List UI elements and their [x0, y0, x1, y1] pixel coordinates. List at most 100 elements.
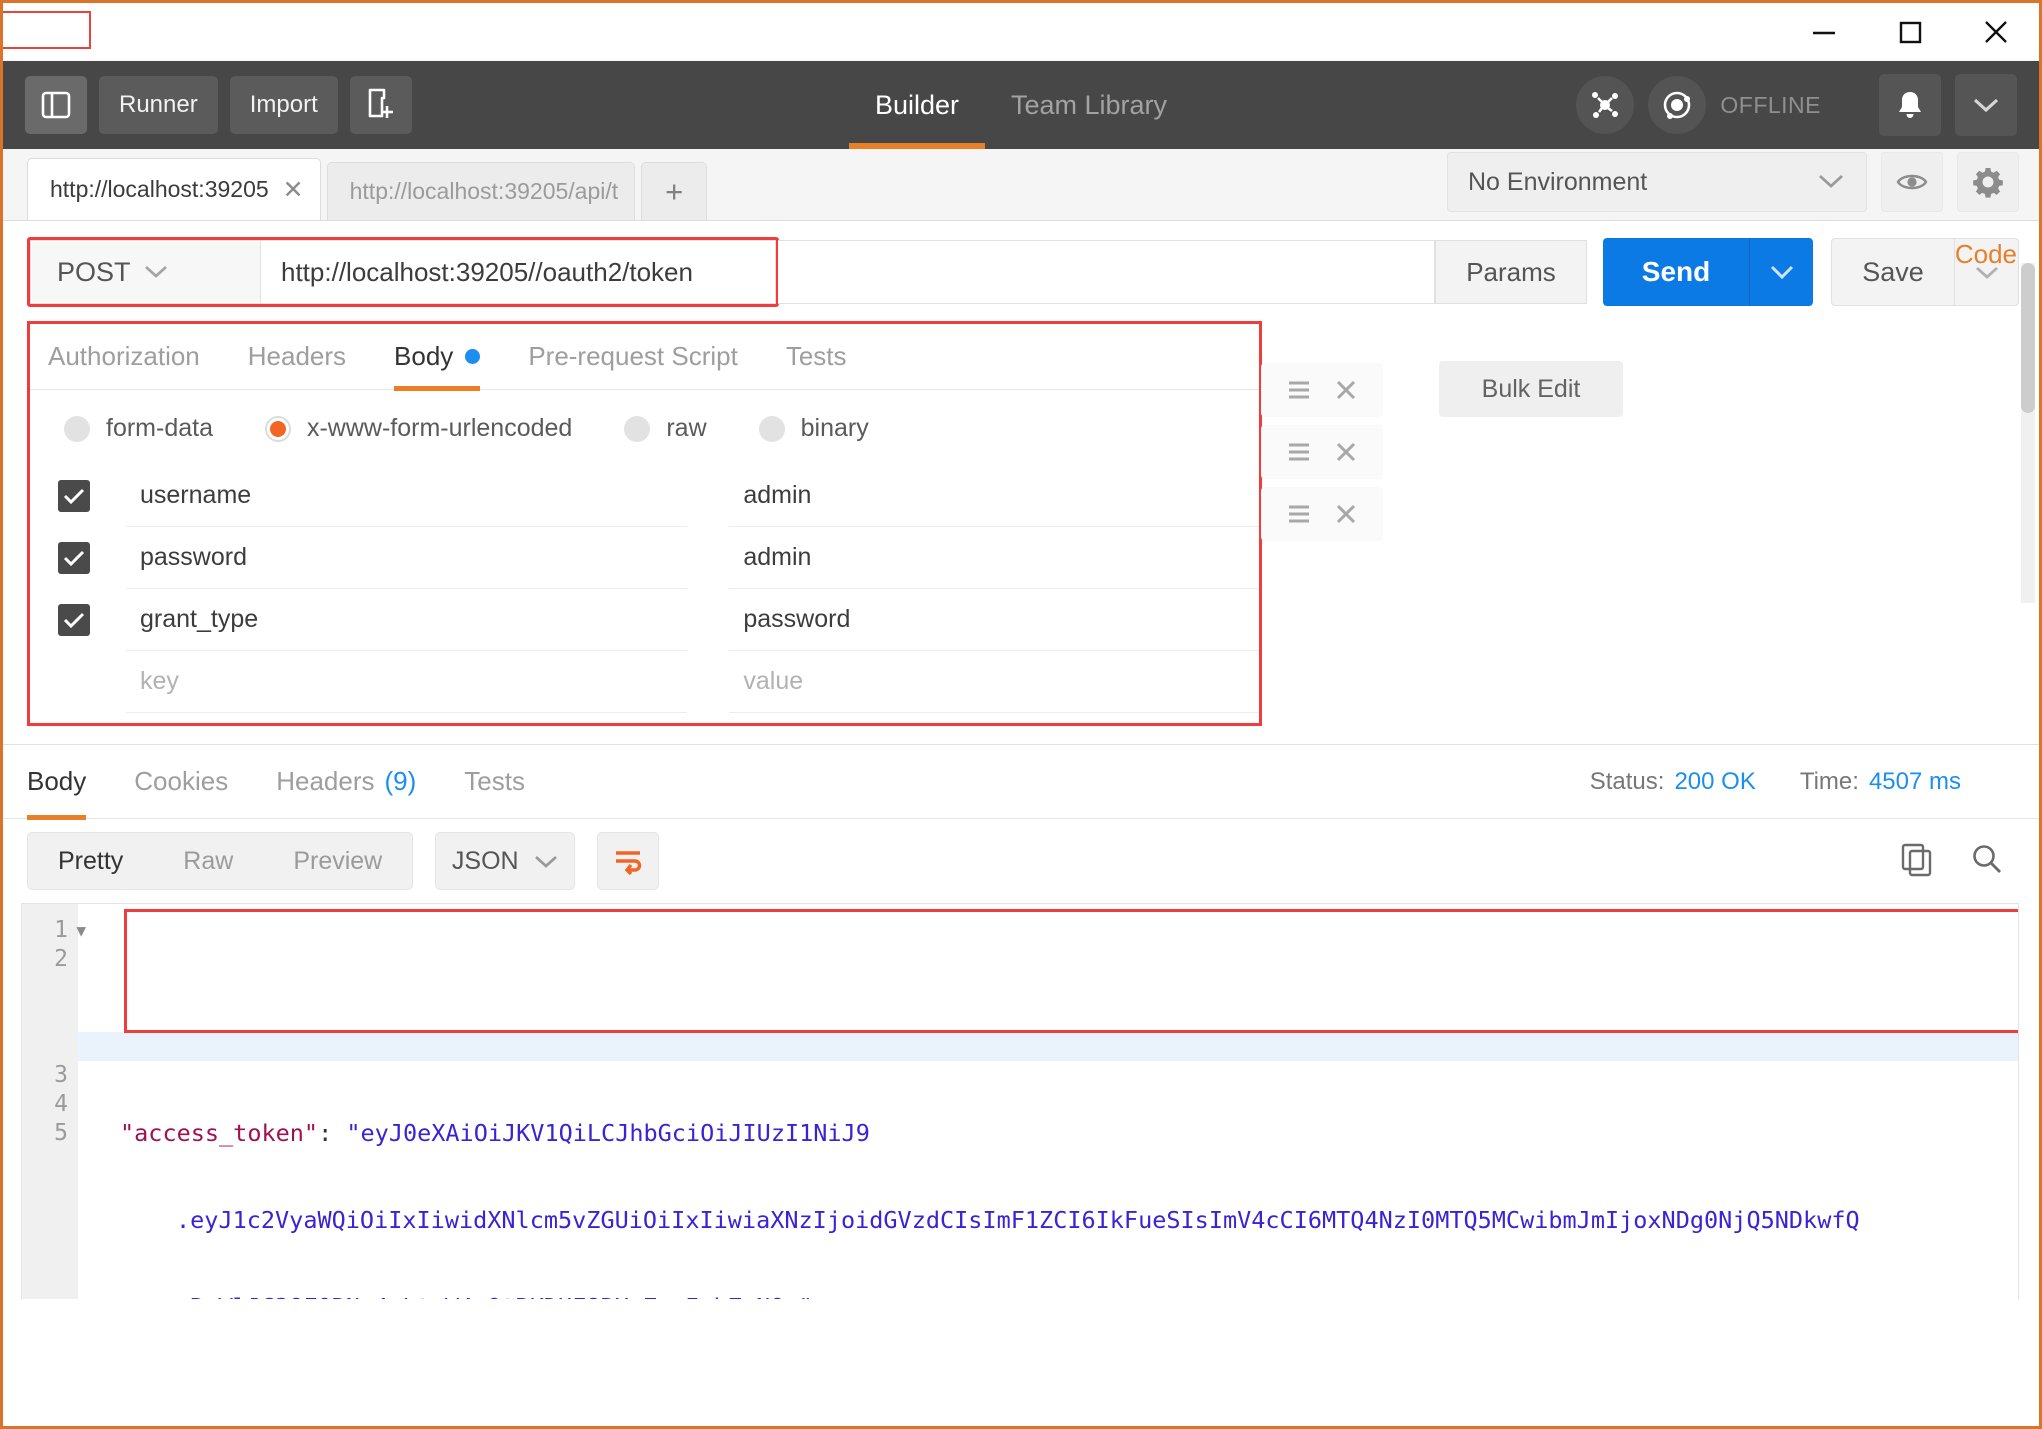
send-options-chevron-down-icon[interactable]	[1749, 238, 1813, 306]
param-value-placeholder-input[interactable]: value	[729, 651, 1259, 713]
environment-select[interactable]: No Environment	[1447, 152, 1867, 212]
response-format-bar: Pretty Raw Preview JSON	[3, 819, 2039, 903]
response-tab-cookies[interactable]: Cookies	[134, 745, 228, 819]
add-tab-button[interactable]: +	[641, 162, 708, 220]
list-menu-icon[interactable]	[1286, 441, 1312, 463]
row-actions	[1261, 421, 2021, 483]
gear-icon[interactable]	[1957, 152, 2019, 212]
postman-window: Runner Import Builder Team Library OFFLI…	[0, 0, 2042, 1429]
close-icon[interactable]	[1334, 440, 1358, 464]
url-input[interactable]: http://localhost:39205//oauth2/token	[260, 240, 776, 304]
tab-label: Cookies	[134, 766, 229, 796]
tab-body[interactable]: Body	[394, 324, 481, 391]
response-tab-tests[interactable]: Tests	[464, 745, 525, 819]
tab-tests[interactable]: Tests	[786, 324, 847, 390]
table-row: password admin	[30, 527, 1259, 589]
scrollbar-thumb[interactable]	[2021, 263, 2035, 413]
radio-label: x-www-form-urlencoded	[306, 414, 573, 442]
time-label: Time:	[1799, 767, 1859, 795]
close-icon[interactable]	[1953, 3, 2039, 61]
search-icon[interactable]	[1969, 841, 2005, 882]
param-key-input[interactable]: grant_type	[126, 589, 688, 651]
tab-authorization[interactable]: Authorization	[48, 324, 200, 390]
json-line-2-cont-1: .eyJ1c2VyaWQiOiIxIiwidXNlcm5vZGUiOiIxIiw…	[176, 1206, 1860, 1234]
params-table: username admin password admin grant_type…	[30, 461, 1259, 723]
copy-icon[interactable]	[1899, 841, 1935, 882]
body-type-x-www-form-urlencoded[interactable]: x-www-form-urlencoded	[264, 414, 573, 443]
radio-icon	[758, 415, 785, 442]
word-wrap-icon[interactable]	[597, 832, 660, 890]
offline-status-label: OFFLINE	[1720, 91, 1821, 118]
sidebar-toggle-icon[interactable]	[25, 76, 87, 134]
radio-icon	[64, 415, 90, 442]
param-key-input[interactable]: username	[126, 465, 688, 527]
request-tab-0[interactable]: http://localhost:39205 ✕	[27, 158, 321, 220]
http-method-select[interactable]: POST	[30, 240, 260, 304]
bell-icon[interactable]	[1879, 74, 1941, 136]
new-window-icon[interactable]	[349, 76, 412, 134]
close-icon[interactable]	[1334, 502, 1358, 526]
body-type-form-data[interactable]: form-data	[64, 414, 213, 443]
send-button[interactable]: Send	[1603, 238, 1749, 306]
maximize-icon[interactable]	[1867, 3, 1953, 61]
request-tab-label: http://localhost:39205	[50, 176, 269, 202]
response-tab-body[interactable]: Body	[27, 745, 87, 820]
save-button[interactable]: Save	[1831, 238, 1955, 306]
param-key-placeholder-input[interactable]: key	[126, 651, 688, 713]
chevron-down-icon[interactable]	[1955, 74, 2017, 136]
body-type-binary[interactable]: binary	[758, 414, 869, 443]
tab-pre-request-script[interactable]: Pre-request Script	[528, 324, 738, 390]
line-number: 4	[54, 1091, 68, 1117]
row-checkbox-placeholder[interactable]	[58, 666, 90, 698]
bulk-edit-button[interactable]: Bulk Edit	[1439, 361, 1623, 417]
list-menu-icon[interactable]	[1286, 379, 1312, 401]
row-checkbox[interactable]	[58, 542, 90, 574]
chevron-down-icon	[533, 847, 559, 876]
param-value-input[interactable]: admin	[729, 527, 1259, 589]
format-preview[interactable]: Preview	[263, 832, 412, 890]
orbit-icon[interactable]	[1648, 76, 1707, 134]
json-response-text[interactable]: { "access_token": "eyJ0eXAiOiJKV1QiLCJhb…	[78, 904, 2018, 1299]
param-value-input[interactable]: password	[729, 589, 1259, 651]
request-body-section: Authorization Headers Body Pre-request S…	[27, 321, 1262, 726]
row-checkbox[interactable]	[58, 604, 90, 636]
close-icon[interactable]: ✕	[283, 175, 304, 205]
format-raw[interactable]: Raw	[153, 832, 263, 890]
url-input-extension[interactable]	[778, 240, 1435, 304]
row-action-group	[1261, 487, 1383, 541]
radio-selected-icon	[264, 415, 291, 442]
param-value-input[interactable]: admin	[729, 465, 1259, 527]
os-title-bar	[3, 3, 2039, 61]
network-nodes-icon[interactable]	[1576, 76, 1635, 134]
import-button[interactable]: Import	[229, 76, 338, 134]
line-number-gutter: 1 ▼ 2 3 4 5	[22, 904, 86, 1299]
response-tab-headers[interactable]: Headers (9)	[276, 745, 416, 819]
tab-builder[interactable]: Builder	[848, 61, 986, 149]
row-actions	[1261, 359, 2021, 421]
minimize-icon[interactable]	[1781, 3, 1867, 61]
json-line-2: "access_token": "eyJ0eXAiOiJKV1QiLCJhbGc…	[120, 1119, 870, 1147]
tab-headers[interactable]: Headers	[248, 324, 346, 390]
body-type-raw[interactable]: raw	[624, 414, 707, 443]
row-actions-column	[1261, 359, 2021, 545]
list-menu-icon[interactable]	[1286, 503, 1312, 525]
code-link[interactable]: Code	[1955, 239, 2017, 270]
language-select[interactable]: JSON	[435, 832, 576, 890]
param-key-input[interactable]: password	[126, 527, 688, 589]
access-token-highlight-box	[124, 909, 2018, 1033]
request-tab-1[interactable]: http://localhost:39205/api/t	[326, 162, 636, 220]
tab-team-library[interactable]: Team Library	[985, 61, 1193, 149]
format-pretty[interactable]: Pretty	[28, 832, 153, 890]
line-number: 2	[54, 946, 68, 972]
table-row-empty: key value	[30, 651, 1259, 713]
close-icon[interactable]	[1334, 378, 1358, 402]
body-modified-dot-icon	[465, 349, 481, 364]
line-number: 3	[54, 1062, 68, 1088]
json-line-2-cont-2: .RaWlJC3OF0RNz4mLtuW4uQtRKDHF8RXwZwzIcbZ…	[92, 1293, 2018, 1299]
table-row: username admin	[30, 465, 1259, 527]
runner-button[interactable]: Runner	[99, 76, 218, 134]
eye-icon[interactable]	[1881, 152, 1943, 212]
params-button[interactable]: Params	[1435, 240, 1587, 304]
row-checkbox[interactable]	[58, 480, 90, 512]
environment-value: No Environment	[1468, 167, 1648, 196]
